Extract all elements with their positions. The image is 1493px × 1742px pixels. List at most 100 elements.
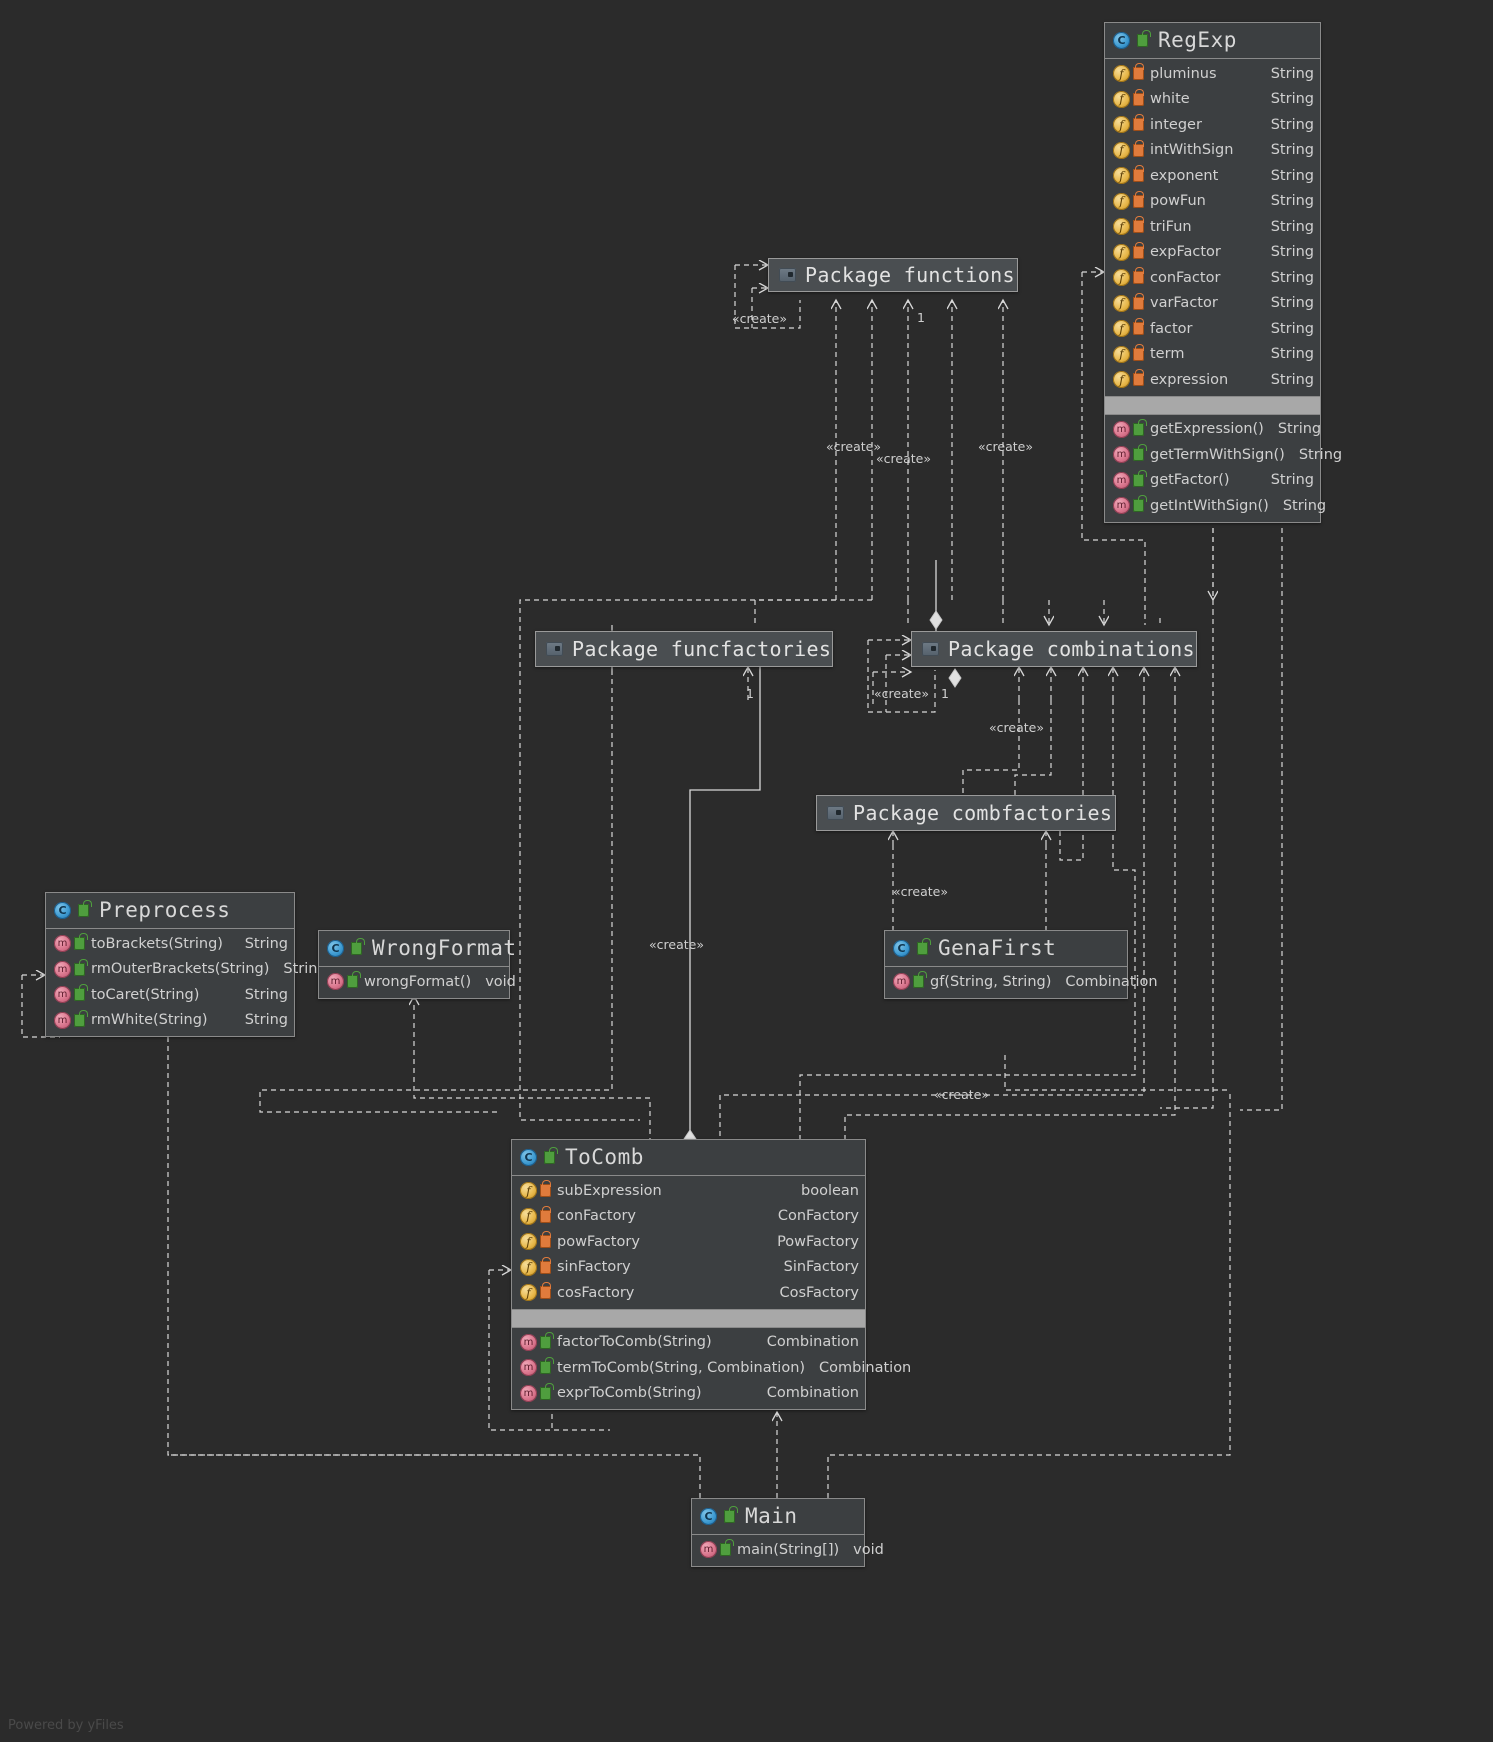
field-row[interactable]: expFactor String: [1105, 240, 1320, 266]
field-icon: [1113, 218, 1130, 236]
lock-private-icon: [1133, 88, 1144, 106]
class-name: RegExp: [1158, 28, 1237, 52]
uml-diagram-canvas: Package functions Package funcfactories …: [0, 0, 1493, 1742]
field-type: String: [1270, 244, 1314, 261]
method-return-type: String: [244, 986, 288, 1003]
lock-private-icon: [1133, 241, 1144, 259]
package-node-funcfactories[interactable]: Package funcfactories: [535, 631, 833, 667]
class-header: WrongFormat: [319, 931, 516, 967]
field-row[interactable]: expression String: [1105, 367, 1320, 393]
edge-label-create: «create»: [874, 686, 929, 701]
method-row[interactable]: wrongFormat() void: [319, 969, 516, 995]
field-row[interactable]: subExpression boolean: [512, 1178, 865, 1204]
class-name: ToComb: [565, 1145, 644, 1169]
package-node-functions[interactable]: Package functions: [768, 258, 1018, 292]
field-type: String: [1270, 295, 1314, 312]
field-row[interactable]: integer String: [1105, 112, 1320, 138]
field-type: String: [1270, 218, 1314, 235]
field-row[interactable]: triFun String: [1105, 214, 1320, 240]
yfiles-watermark: Powered by yFiles: [8, 1718, 124, 1733]
field-name: integer: [1150, 116, 1202, 133]
edge-label-create: «create»: [989, 720, 1044, 735]
method-row[interactable]: getFactor() String: [1105, 468, 1320, 494]
package-folder-icon: [827, 805, 844, 820]
field-row[interactable]: conFactor String: [1105, 265, 1320, 291]
lock-public-icon: [74, 984, 88, 1002]
method-row[interactable]: rmOuterBrackets(String) String: [46, 957, 327, 983]
method-row[interactable]: toCaret(String) String: [46, 982, 294, 1008]
method-row[interactable]: gf(String, String) Combination: [885, 969, 1158, 995]
field-icon: [1113, 345, 1130, 363]
package-node-combinations[interactable]: Package combinations: [911, 631, 1197, 667]
method-icon: [54, 986, 71, 1004]
method-row[interactable]: main(String[]) void: [692, 1537, 884, 1563]
field-row[interactable]: conFactory ConFactory: [512, 1204, 865, 1230]
field-type: String: [1270, 65, 1314, 82]
class-node-regexp[interactable]: RegExp pluminus String white String inte…: [1104, 22, 1342, 523]
field-icon: [1113, 167, 1130, 185]
class-node-genafirst[interactable]: GenaFirst gf(String, String) Combination: [884, 930, 1158, 999]
lock-private-icon: [540, 1231, 551, 1249]
lock-public-icon: [74, 1009, 88, 1027]
field-name: subExpression: [557, 1182, 662, 1199]
lock-public-icon: [1133, 418, 1147, 436]
method-name: getFactor(): [1150, 472, 1230, 489]
section-divider: [1105, 395, 1320, 415]
method-name: getExpression(): [1150, 421, 1264, 438]
field-row[interactable]: cosFactory CosFactory: [512, 1280, 865, 1306]
field-row[interactable]: exponent String: [1105, 163, 1320, 189]
field-type: String: [1270, 91, 1314, 108]
field-name: cosFactory: [557, 1284, 635, 1301]
class-node-preprocess[interactable]: Preprocess toBrackets(String) String rmO…: [45, 892, 327, 1037]
lock-public-icon: [1133, 469, 1147, 487]
method-row[interactable]: toBrackets(String) String: [46, 931, 294, 957]
section-divider: [512, 1308, 865, 1328]
field-name: term: [1150, 346, 1185, 363]
methods-section: toBrackets(String) String rmOuterBracket…: [46, 929, 327, 1036]
method-row[interactable]: getIntWithSign() String: [1105, 493, 1326, 519]
field-type: String: [1270, 320, 1314, 337]
field-row[interactable]: powFun String: [1105, 189, 1320, 215]
lock-public-icon: [347, 971, 361, 989]
method-row[interactable]: exprToComb(String) Combination: [512, 1381, 865, 1407]
class-icon: [700, 1507, 717, 1525]
method-icon: [520, 1384, 537, 1402]
class-icon: [520, 1148, 537, 1166]
lock-public-icon: [1133, 495, 1147, 513]
method-return-type: Combination: [766, 1385, 859, 1402]
field-row[interactable]: pluminus String: [1105, 61, 1320, 87]
field-type: SinFactory: [783, 1259, 859, 1276]
fields-section: subExpression boolean conFactory ConFact…: [512, 1176, 865, 1309]
method-icon: [700, 1541, 717, 1559]
method-icon: [1113, 420, 1130, 438]
field-icon: [1113, 371, 1130, 389]
field-row[interactable]: term String: [1105, 342, 1320, 368]
method-row[interactable]: getExpression() String: [1105, 417, 1321, 443]
field-icon: [1113, 141, 1130, 159]
field-row[interactable]: sinFactory SinFactory: [512, 1255, 865, 1281]
field-type: PowFactory: [777, 1233, 859, 1250]
class-node-wrongformat[interactable]: WrongFormat wrongFormat() void: [318, 930, 516, 999]
field-row[interactable]: white String: [1105, 87, 1320, 113]
lock-private-icon: [1133, 114, 1144, 132]
edge-label-create: «create»: [649, 937, 704, 952]
method-row[interactable]: rmWhite(String) String: [46, 1008, 294, 1034]
method-icon: [520, 1333, 537, 1351]
field-row[interactable]: powFactory PowFactory: [512, 1229, 865, 1255]
field-row[interactable]: varFactor String: [1105, 291, 1320, 317]
field-type: String: [1270, 142, 1314, 159]
package-node-combfactories[interactable]: Package combfactories: [816, 795, 1116, 831]
field-name: varFactor: [1150, 295, 1218, 312]
field-row[interactable]: intWithSign String: [1105, 138, 1320, 164]
method-row[interactable]: getTermWithSign() String: [1105, 442, 1342, 468]
method-icon: [893, 973, 910, 991]
lock-public-icon: [540, 1331, 554, 1349]
method-icon: [54, 960, 71, 978]
field-icon: [1113, 269, 1130, 287]
method-row[interactable]: termToComb(String, Combination) Combinat…: [512, 1355, 911, 1381]
class-node-main[interactable]: Main main(String[]) void: [691, 1498, 884, 1567]
field-row[interactable]: factor String: [1105, 316, 1320, 342]
method-row[interactable]: factorToComb(String) Combination: [512, 1330, 865, 1356]
class-node-tocomb[interactable]: ToComb subExpression boolean conFactory …: [511, 1139, 911, 1410]
lock-public-icon: [351, 937, 365, 955]
